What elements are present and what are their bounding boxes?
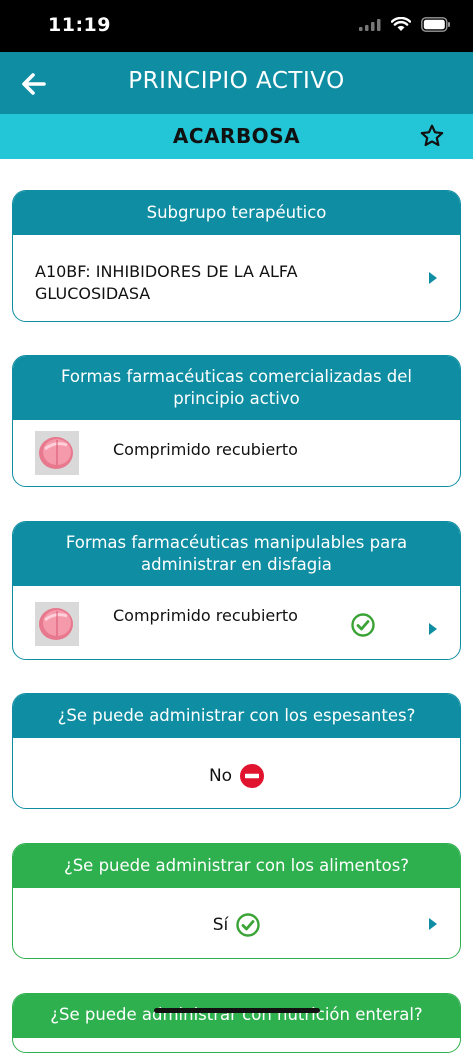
commercial-forms-body: Comprimido recubierto [13, 420, 460, 486]
food-header: ¿Se puede administrar con los alimentos? [13, 844, 460, 888]
favorite-button[interactable] [419, 123, 445, 149]
pill-image [35, 602, 79, 646]
thickeners-header: ¿Se puede administrar con los espesantes… [13, 694, 460, 738]
subgroup-line-1: A10BF: INHIBIDORES DE LA ALFA [35, 262, 298, 281]
battery-icon [421, 17, 450, 32]
chevron-right-icon [429, 918, 437, 930]
star-outline-icon [420, 124, 444, 147]
commercial-form-item: Comprimido recubierto [113, 440, 298, 459]
commercial-forms-title-line-2: principio activo [173, 389, 300, 408]
home-indicator [154, 1008, 320, 1013]
subgroup-line-2: GLUCOSIDASA [35, 284, 151, 303]
commercial-forms-header: Formas farmacéuticas comercializadas del… [13, 356, 460, 420]
drug-bar: ACARBOSA [0, 114, 473, 159]
manipulable-forms-body[interactable]: Comprimido recubierto [13, 586, 460, 659]
food-answer: Sí [13, 913, 460, 937]
thickeners-answer: No [13, 764, 460, 788]
chevron-right-icon [429, 272, 437, 284]
subgroup-card-title: Subgrupo terapéutico [146, 203, 327, 222]
drug-name: ACARBOSA [172, 124, 301, 148]
chevron-right-icon [429, 623, 437, 635]
food-title: ¿Se puede administrar con los alimentos? [63, 856, 410, 875]
pill-icon [35, 602, 79, 646]
subgroup-card-body[interactable]: A10BF: INHIBIDORES DE LA ALFA GLUCOSIDAS… [13, 235, 460, 321]
pill-image [35, 431, 79, 475]
thickeners-title: ¿Se puede administrar con los espesantes… [57, 706, 416, 725]
manipulable-form-item: Comprimido recubierto [113, 606, 298, 625]
signal-icon [359, 18, 381, 31]
manipulable-forms-header: Formas farmacéuticas manipulables para a… [13, 522, 460, 586]
status-bar: 11:19 [0, 0, 473, 52]
nav-bar: PRINCIPIO ACTIVO [0, 52, 473, 114]
pill-icon [35, 431, 79, 475]
food-answer-text: Sí [212, 915, 229, 935]
wifi-icon [391, 17, 411, 31]
manipulable-forms-title-line-1: Formas farmacéuticas manipulables para [65, 533, 408, 552]
check-circle-icon [236, 913, 260, 937]
thickeners-answer-text: No [208, 766, 233, 786]
enteral-card[interactable]: ¿Se puede administrar con nutrición ente… [12, 993, 461, 1053]
status-time: 11:19 [48, 14, 111, 36]
thickeners-body: No [13, 738, 460, 808]
commercial-forms-title-line-1: Formas farmacéuticas comercializadas del [60, 367, 413, 386]
check-circle-icon [351, 613, 375, 637]
no-entry-icon [240, 764, 265, 788]
thickeners-card: ¿Se puede administrar con los espesantes… [12, 693, 461, 809]
subgroup-card-header: Subgrupo terapéutico [13, 191, 460, 235]
subgroup-text: A10BF: INHIBIDORES DE LA ALFA GLUCOSIDAS… [35, 261, 298, 305]
commercial-forms-card: Formas farmacéuticas comercializadas del… [12, 355, 461, 487]
manipulable-forms-card[interactable]: Formas farmacéuticas manipulables para a… [12, 521, 461, 660]
page-title: PRINCIPIO ACTIVO [128, 68, 345, 94]
enteral-header: ¿Se puede administrar con nutrición ente… [13, 994, 460, 1038]
subgroup-card[interactable]: Subgrupo terapéutico A10BF: INHIBIDORES … [12, 190, 461, 322]
manipulable-forms-title-line-2: administrar en disfagia [141, 555, 332, 574]
food-card[interactable]: ¿Se puede administrar con los alimentos?… [12, 843, 461, 959]
food-body[interactable]: Sí [13, 888, 460, 958]
status-icons [359, 17, 451, 32]
